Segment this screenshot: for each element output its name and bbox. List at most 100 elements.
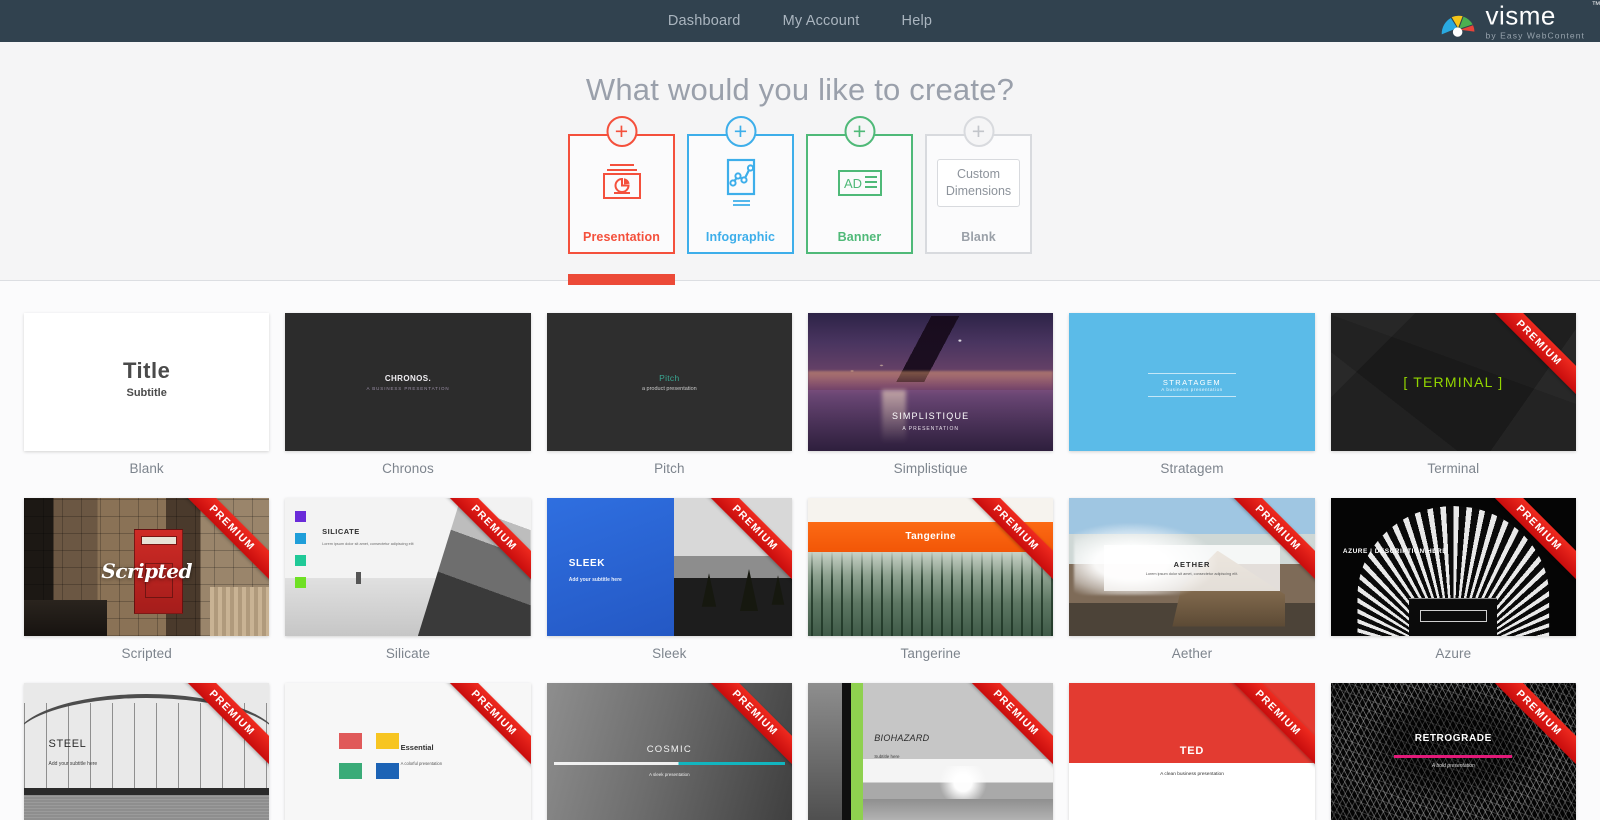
template-tile[interactable]: AZURE | DESCRIPTION HERE PREMIUM Azure: [1330, 498, 1576, 675]
template-thumbnail[interactable]: RETROGRADE A bold presentation PREMIUM: [1330, 683, 1576, 820]
thumb-title: TED: [1179, 745, 1205, 758]
template-thumbnail[interactable]: Pitch a product presentation: [546, 313, 792, 452]
template-tile[interactable]: Pitch a product presentation Pitch: [546, 313, 792, 490]
create-type-label: Blank: [961, 230, 996, 244]
section-divider: [0, 274, 1600, 285]
template-thumbnail[interactable]: Scripted PREMIUM: [24, 498, 270, 637]
thumb-subtitle: Lorem ipsum dolor sit amet, consectetur …: [1145, 571, 1239, 576]
forest-art: [674, 498, 792, 637]
template-name: Pitch: [654, 461, 685, 477]
template-thumbnail[interactable]: AZURE | DESCRIPTION HERE PREMIUM: [1330, 498, 1576, 637]
thumb-subtitle: A sleek presentation: [649, 771, 690, 777]
thumb-subtitle: a product presentation: [641, 385, 697, 392]
bridge-deck-art: [24, 788, 270, 796]
template-tile[interactable]: BIOHAZARD Subtitle here PREMIUM Biohazar…: [807, 683, 1054, 820]
template-thumbnail[interactable]: [ TERMINAL ] PREMIUM: [1330, 313, 1576, 452]
thumb-title: STRATAGEM: [1162, 377, 1222, 387]
template-tile[interactable]: AETHER Lorem ipsum dolor sit amet, conse…: [1069, 498, 1315, 675]
template-name: Chronos: [382, 461, 434, 477]
thumb-title: SILICATE: [322, 527, 360, 537]
template-preview-art: Title Subtitle: [24, 313, 270, 452]
ad-banner-icon: AD: [808, 136, 911, 230]
template-preview-art: COSMIC A sleek presentation: [546, 683, 792, 820]
template-tile[interactable]: Scripted PREMIUM Scripted: [24, 498, 270, 675]
thumb-title: Pitch: [659, 372, 680, 383]
template-thumbnail[interactable]: SIMPLISTIQUE A PRESENTATION: [807, 313, 1054, 452]
template-name: Azure: [1435, 646, 1472, 662]
tree-line-art: [807, 550, 1054, 637]
template-grid: Title Subtitle Blank CHRONOS. A BUSINESS…: [24, 313, 1576, 820]
template-thumbnail[interactable]: AETHER Lorem ipsum dolor sit amet, conse…: [1069, 498, 1315, 637]
color-swatch: [295, 576, 307, 588]
template-tile[interactable]: RETROGRADE A bold presentation PREMIUM R…: [1330, 683, 1576, 820]
nav-link-dashboard[interactable]: Dashboard: [668, 13, 741, 29]
template-preview-art: SLEEK Add your subtitle here: [546, 498, 792, 637]
visme-logo[interactable]: visme ™ by Easy WebContent: [1439, 0, 1600, 40]
template-thumbnail[interactable]: STRATAGEM A business presentation: [1069, 313, 1315, 452]
custom-dimensions-box[interactable]: Custom Dimensions: [936, 159, 1021, 207]
template-tile[interactable]: STEEL Add your subtitle here PREMIUM Ste…: [24, 683, 270, 820]
visme-fan-icon: [1441, 15, 1474, 37]
create-type-label: Banner: [837, 230, 882, 244]
template-thumbnail[interactable]: TED A clean business presentation PREMIU…: [1069, 683, 1315, 820]
cliff-art: [417, 498, 531, 637]
altar-art: [1409, 597, 1498, 637]
template-name: Blank: [129, 461, 164, 477]
template-tile[interactable]: SIMPLISTIQUE A PRESENTATION Simplistique: [807, 313, 1054, 490]
vignette-overlay: [1330, 683, 1576, 820]
template-tile[interactable]: COSMIC A sleek presentation PREMIUM Cosm…: [546, 683, 792, 820]
visme-wordmark: visme ™ by Easy WebContent: [1486, 0, 1600, 40]
template-tile[interactable]: SILICATE Lorem ipsum dolor sit amet, con…: [285, 498, 531, 675]
title-panel: AETHER Lorem ipsum dolor sit amet, conse…: [1103, 545, 1281, 591]
template-preview-art: TED A clean business presentation: [1069, 683, 1315, 820]
template-thumbnail[interactable]: STEEL Add your subtitle here PREMIUM: [24, 683, 270, 820]
template-thumbnail[interactable]: Essential A colorful presentation PREMIU…: [285, 683, 531, 820]
thumb-subtitle: A business presentation: [1161, 386, 1223, 392]
template-tile[interactable]: STRATAGEM A business presentation Strata…: [1069, 313, 1315, 490]
thumb-title: BIOHAZARD: [874, 732, 930, 743]
plus-icon: +: [844, 116, 875, 147]
template-preview-art: Essential A colorful presentation: [285, 683, 531, 820]
create-type-blank[interactable]: + Custom Dimensions Blank: [925, 116, 1032, 254]
template-thumbnail[interactable]: SLEEK Add your subtitle here PREMIUM: [546, 498, 792, 637]
template-preview-art: STRATAGEM A business presentation: [1069, 313, 1315, 452]
template-preview-art: [ TERMINAL ]: [1330, 313, 1576, 452]
color-swatch: [339, 732, 363, 749]
template-tile[interactable]: Tangerine PREMIUM Tangerine: [807, 498, 1054, 675]
template-name: Sleek: [652, 646, 687, 662]
template-tile[interactable]: TED A clean business presentation PREMIU…: [1069, 683, 1315, 820]
template-name: Silicate: [385, 646, 431, 662]
left-photo-strip: [807, 683, 843, 820]
template-preview-art: AETHER Lorem ipsum dolor sit amet, conse…: [1069, 498, 1315, 637]
template-tile[interactable]: CHRONOS. A BUSINESS PRESENTATION Chronos: [285, 313, 531, 490]
blue-panel: [546, 498, 675, 637]
template-thumbnail[interactable]: Title Subtitle: [24, 313, 270, 452]
template-thumbnail[interactable]: Tangerine PREMIUM: [807, 498, 1054, 637]
template-tile[interactable]: Title Subtitle Blank: [24, 313, 270, 490]
thumb-subtitle: Add your subtitle here: [48, 760, 98, 767]
wood-panel-art: [210, 586, 270, 637]
thumb-title: [ TERMINAL ]: [1403, 374, 1504, 391]
template-thumbnail[interactable]: SILICATE Lorem ipsum dolor sit amet, con…: [285, 498, 531, 637]
tree-art: [739, 569, 758, 612]
template-thumbnail[interactable]: COSMIC A sleek presentation PREMIUM: [546, 683, 792, 820]
color-swatch: [376, 763, 400, 780]
create-type-banner[interactable]: + AD Banner: [806, 116, 913, 254]
template-thumbnail[interactable]: CHRONOS. A BUSINESS PRESENTATION: [285, 313, 531, 452]
create-type-infographic[interactable]: + Infographic: [687, 116, 794, 254]
thumb-title: RETROGRADE: [1414, 732, 1492, 744]
black-stripe: [842, 683, 851, 820]
thumb-subtitle: Subtitle: [126, 386, 167, 399]
template-gallery: Title Subtitle Blank CHRONOS. A BUSINESS…: [0, 281, 1600, 820]
thumb-title: Title: [123, 357, 171, 383]
template-tile[interactable]: [ TERMINAL ] PREMIUM Terminal: [1330, 313, 1576, 490]
nav-link-help[interactable]: Help: [902, 13, 933, 29]
line-chart-document-icon: [689, 136, 792, 230]
nav-link-my-account[interactable]: My Account: [783, 13, 860, 29]
template-thumbnail[interactable]: BIOHAZARD Subtitle here PREMIUM: [807, 683, 1054, 820]
template-tile[interactable]: SLEEK Add your subtitle here PREMIUM Sle…: [546, 498, 792, 675]
template-tile[interactable]: Essential A colorful presentation PREMIU…: [285, 683, 531, 820]
template-preview-art: Pitch a product presentation: [546, 313, 792, 452]
accent-line: [1394, 755, 1513, 758]
create-type-presentation[interactable]: + Presentation: [568, 116, 675, 254]
